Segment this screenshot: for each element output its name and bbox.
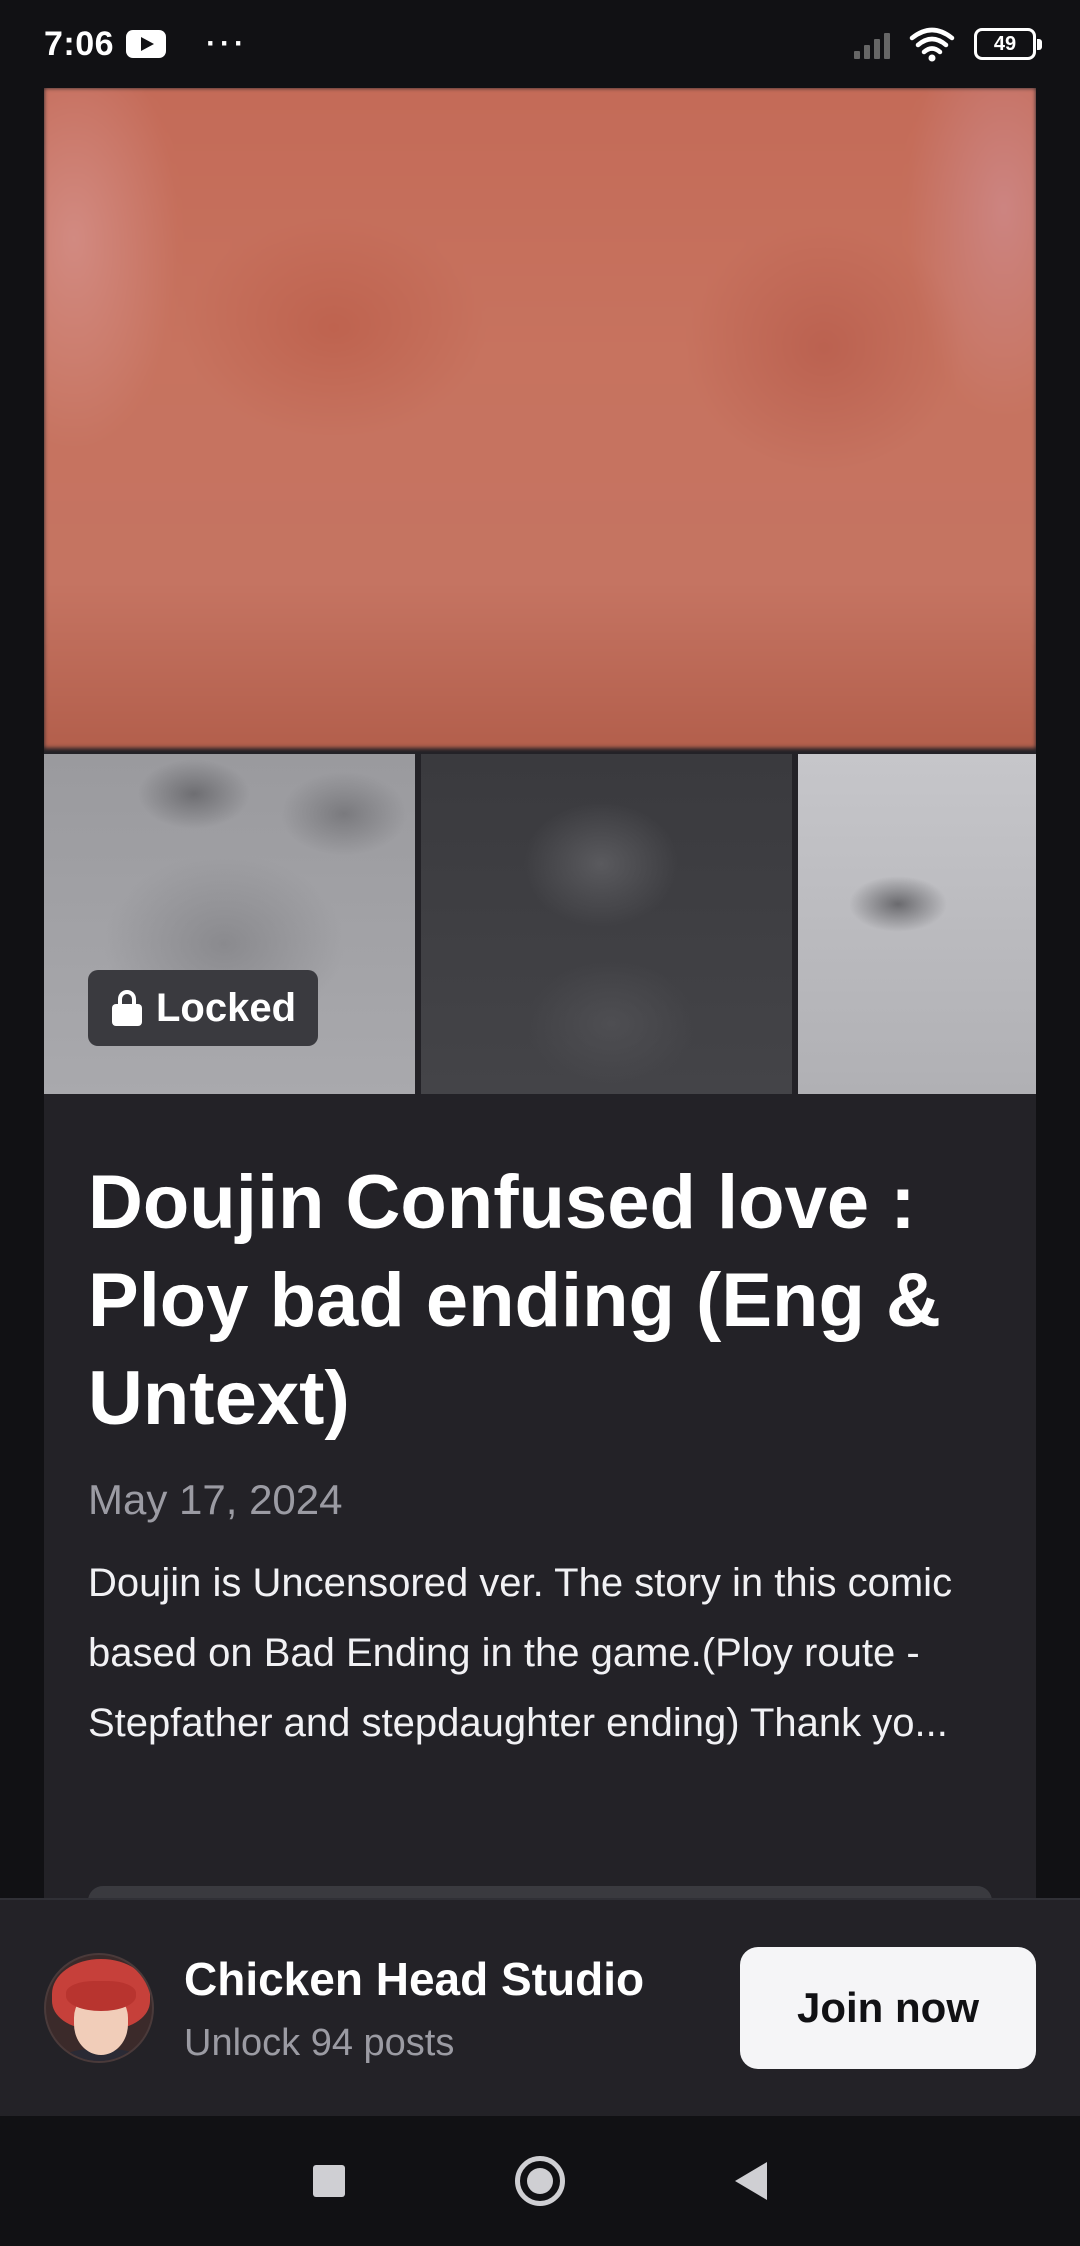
screen: 7:06 ··· 49 Locked Doujin Confused love … bbox=[0, 0, 1080, 2246]
back-icon[interactable] bbox=[735, 2162, 767, 2200]
post-title[interactable]: Doujin Confused love : Ploy bad ending (… bbox=[88, 1154, 998, 1448]
avatar[interactable] bbox=[44, 1953, 154, 2063]
creator-name[interactable]: Chicken Head Studio bbox=[184, 1952, 644, 2006]
post-card[interactable]: Locked Doujin Confused love : Ploy bad e… bbox=[44, 88, 1036, 1900]
post-excerpt: Doujin is Uncensored ver. The story in t… bbox=[88, 1561, 953, 1745]
post-thumbnail[interactable]: Locked bbox=[44, 754, 415, 1094]
post-thumbnail[interactable] bbox=[798, 754, 1036, 1094]
signal-icon bbox=[854, 29, 890, 59]
navigation-bar bbox=[0, 2116, 1080, 2246]
battery-level: 49 bbox=[993, 32, 1017, 55]
status-bar: 7:06 ··· 49 bbox=[0, 0, 1080, 88]
youtube-icon bbox=[126, 30, 167, 58]
post-hero-image[interactable] bbox=[44, 88, 1036, 748]
unlock-posts-label: Unlock 94 posts bbox=[184, 2021, 455, 2064]
status-time: 7:06 bbox=[44, 24, 115, 63]
post-thumbnail[interactable] bbox=[421, 754, 792, 1094]
creator-info: Chicken Head Studio Unlock 94 posts bbox=[184, 1952, 644, 2065]
locked-badge: Locked bbox=[88, 970, 319, 1046]
locked-label: Locked bbox=[156, 985, 297, 1030]
home-icon[interactable] bbox=[515, 2156, 565, 2206]
join-now-button[interactable]: Join now bbox=[740, 1947, 1036, 2069]
lock-icon bbox=[112, 990, 142, 1026]
join-bar: Chicken Head Studio Unlock 94 posts Join… bbox=[0, 1898, 1080, 2116]
wifi-icon bbox=[909, 27, 955, 62]
status-icons: 49 bbox=[854, 26, 1042, 62]
battery-icon: 49 bbox=[974, 28, 1042, 60]
recents-icon[interactable] bbox=[313, 2165, 345, 2197]
more-dots-icon: ··· bbox=[206, 27, 249, 60]
post-date: May 17, 2024 bbox=[88, 1476, 343, 1523]
post-thumbnails: Locked bbox=[44, 754, 1036, 1094]
